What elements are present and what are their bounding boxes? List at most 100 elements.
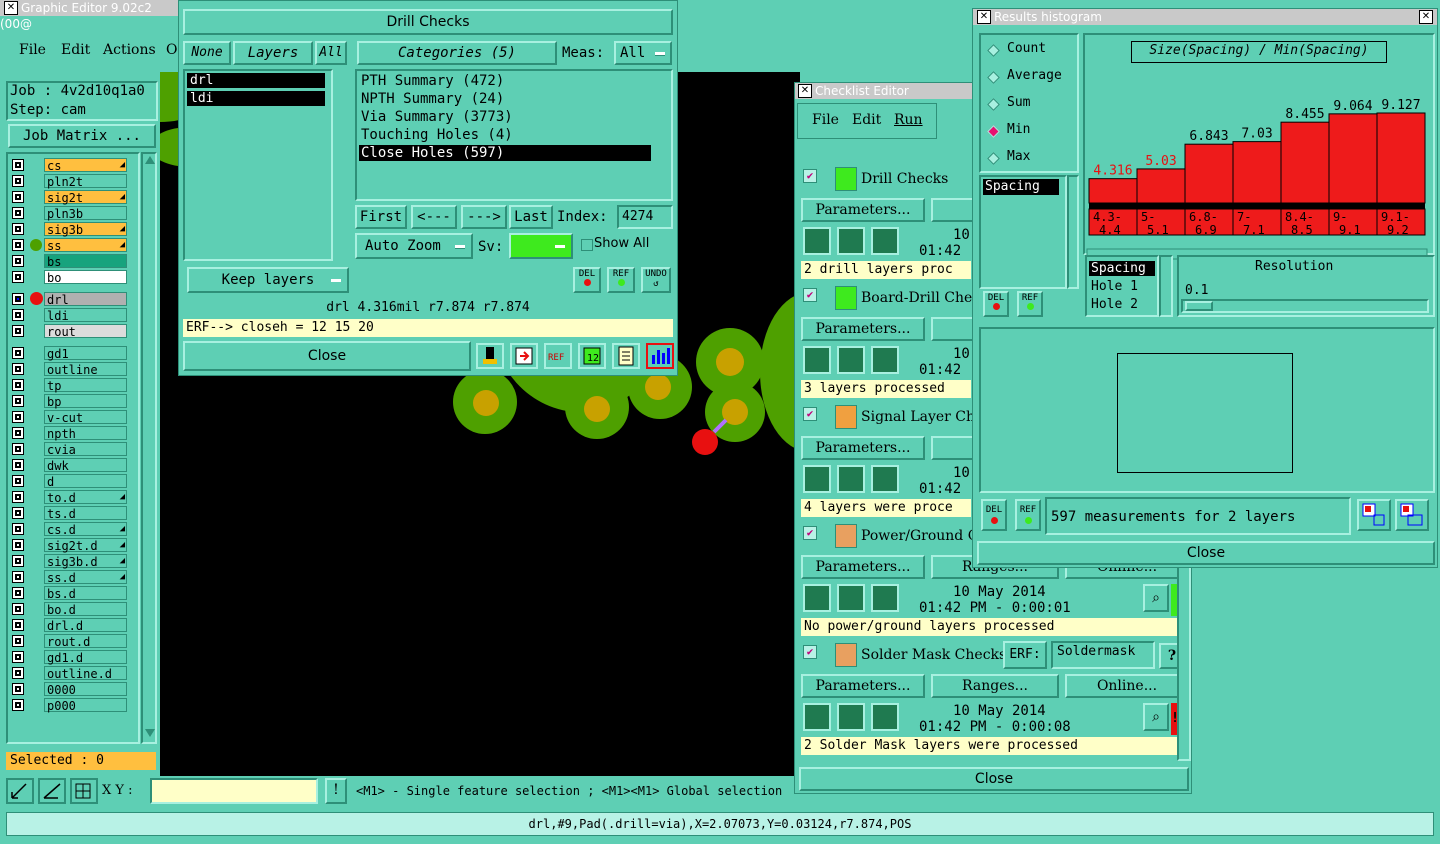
layer-row-sig3b.d[interactable]: sig3b.d ◢ <box>10 554 128 569</box>
layer-checkbox[interactable] <box>12 683 24 695</box>
run-action-icon[interactable] <box>871 227 899 255</box>
layer-checkbox[interactable] <box>12 175 24 187</box>
info-button[interactable]: ! <box>325 778 347 804</box>
job-matrix-button[interactable]: Job Matrix ... <box>8 124 156 148</box>
run-action-icon[interactable] <box>837 584 865 612</box>
run-action-icon[interactable] <box>871 346 899 374</box>
scroll-down-icon[interactable] <box>145 729 155 737</box>
histogram-bar[interactable] <box>1328 113 1378 204</box>
layer-checkbox[interactable] <box>12 239 24 251</box>
layer-name[interactable]: ss <box>44 238 127 253</box>
run-action-icon[interactable] <box>803 346 831 374</box>
layer-name[interactable]: cs.d <box>44 522 127 537</box>
checklist-menu-run[interactable]: Run <box>894 112 923 128</box>
parameters-button[interactable]: Parameters... <box>801 674 925 698</box>
del-button[interactable]: DEL <box>573 267 601 293</box>
index-input[interactable]: 4274 <box>617 205 673 229</box>
viewer-layer-ldi[interactable]: ldi <box>187 91 325 106</box>
layer-row-sig2t.d[interactable]: sig2t.d ◢ <box>10 538 128 553</box>
layer-row-d[interactable]: d <box>10 474 128 489</box>
layer-row-0000[interactable]: 0000 <box>10 682 128 697</box>
all-button[interactable]: All <box>315 41 347 65</box>
layer-name[interactable]: gd1.d <box>44 650 127 665</box>
ref-grid-icon[interactable]: REF <box>544 343 572 369</box>
ref-button[interactable]: REF <box>607 267 635 293</box>
parameters-button[interactable]: Parameters... <box>801 317 925 341</box>
report-icon[interactable] <box>612 343 640 369</box>
export-icon[interactable] <box>510 343 538 369</box>
check-name[interactable]: Board-Drill Chec <box>861 290 980 306</box>
layer-name[interactable]: d <box>44 474 127 489</box>
check-name[interactable]: Power/Ground Ch <box>861 528 987 544</box>
layer-name[interactable]: ts.d <box>44 506 127 521</box>
scroll-up-icon[interactable] <box>145 156 155 164</box>
close-icon[interactable]: ✕ <box>977 10 991 24</box>
undo-button[interactable]: UNDO ↺ <box>641 267 671 293</box>
sv-color-select[interactable] <box>509 233 573 259</box>
layer-checkbox[interactable] <box>12 699 24 711</box>
close-icon[interactable]: ✕ <box>798 84 812 98</box>
check-icon[interactable]: ✔ <box>803 169 817 183</box>
layer-row-ts.d[interactable]: ts.d <box>10 506 128 521</box>
mode-radio-count[interactable]: Count <box>985 41 1075 59</box>
close-icon[interactable]: ✕ <box>4 1 18 15</box>
xy-input[interactable] <box>150 778 318 804</box>
next-button[interactable]: ---> <box>461 205 507 229</box>
viewer-close-button[interactable]: Close <box>183 341 471 371</box>
layer-checkbox[interactable] <box>12 459 24 471</box>
none-button[interactable]: None <box>183 41 231 65</box>
layer-name[interactable]: pln2t <box>44 174 127 189</box>
layer-name[interactable]: drl.d <box>44 618 127 633</box>
layer-name[interactable]: bs <box>44 254 127 269</box>
sort-item-hole2[interactable]: Hole 2 <box>1091 297 1138 312</box>
parameters-button[interactable]: Parameters... <box>801 555 925 579</box>
histogram-bar[interactable] <box>1232 141 1282 204</box>
menu-file[interactable]: File <box>19 42 46 58</box>
category-item[interactable]: Via Summary (3773) <box>359 109 651 125</box>
layer-checkbox[interactable] <box>12 347 24 359</box>
viewer-layer-drl[interactable]: drl <box>187 73 325 88</box>
hist-del-button[interactable]: DEL <box>983 291 1009 317</box>
layer-checkbox[interactable] <box>12 395 24 407</box>
layer-name[interactable]: cs <box>44 158 127 173</box>
layer-row-cs.d[interactable]: cs.d ◢ <box>10 522 128 537</box>
sort-item-spacing[interactable]: Spacing <box>1089 261 1155 276</box>
check-name[interactable]: Drill Checks <box>861 171 948 187</box>
layer-name[interactable]: to.d <box>44 490 127 505</box>
layer-name[interactable]: tp <box>44 378 127 393</box>
run-action-icon[interactable] <box>837 227 865 255</box>
layer-row-sig2t[interactable]: sig2t ◢ <box>10 190 128 205</box>
layer-checkbox[interactable] <box>12 271 24 283</box>
layer-list-scrollbar[interactable] <box>141 152 157 744</box>
layer-name[interactable]: 0000 <box>44 682 127 697</box>
layer-checkbox[interactable] <box>12 293 24 305</box>
measure-icon[interactable] <box>38 778 66 804</box>
layer-checkbox[interactable] <box>12 603 24 615</box>
layer-name[interactable]: v-cut <box>44 410 127 425</box>
checklist-menu-edit[interactable]: Edit <box>852 112 881 128</box>
run-action-icon[interactable] <box>803 465 831 493</box>
layer-row-tp[interactable]: tp <box>10 378 128 393</box>
erf-value[interactable]: Soldermask <box>1051 641 1155 669</box>
category-item[interactable]: PTH Summary (472) <box>359 73 651 89</box>
sort-item-hole1[interactable]: Hole 1 <box>1091 279 1138 294</box>
layer-name[interactable]: ss.d <box>44 570 127 585</box>
menu-actions[interactable]: Actions <box>103 42 156 58</box>
zoom-in-icon[interactable] <box>1357 499 1391 531</box>
category-item[interactable]: Close Holes (597) <box>359 145 651 161</box>
first-button[interactable]: First <box>355 205 407 229</box>
layer-name[interactable]: bo <box>44 270 127 285</box>
show-all-checkbox[interactable] <box>581 239 593 251</box>
layer-name[interactable]: p000 <box>44 698 127 713</box>
layer-row-drl[interactable]: drl <box>10 292 128 307</box>
layer-row-to.d[interactable]: to.d ◢ <box>10 490 128 505</box>
preview-del-button[interactable]: DEL <box>981 499 1007 531</box>
layer-row-cvia[interactable]: cvia <box>10 442 128 457</box>
layer-checkbox[interactable] <box>12 191 24 203</box>
layer-row-rout[interactable]: rout <box>10 324 128 339</box>
layer-name[interactable]: cvia <box>44 442 127 457</box>
check-icon[interactable]: ✔ <box>803 288 817 302</box>
layer-row-sig3b[interactable]: sig3b ◢ <box>10 222 128 237</box>
layer-checkbox[interactable] <box>12 379 24 391</box>
zoom-out-icon[interactable] <box>1395 499 1429 531</box>
